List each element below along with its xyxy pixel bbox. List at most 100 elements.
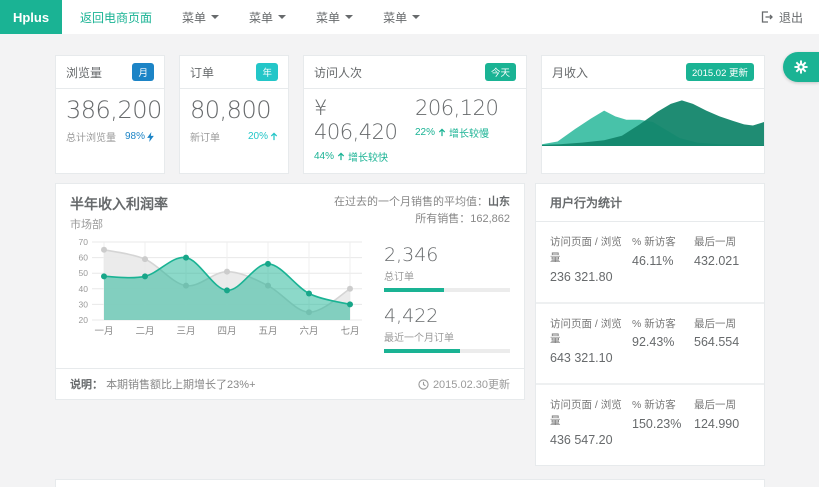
visits-amount-value: ¥ 406,420: [314, 96, 415, 144]
metric-label: 访问页面 / 浏览量: [550, 235, 632, 267]
svg-text:五月: 五月: [258, 326, 277, 337]
updated-note: 2015.02.30更新: [418, 376, 510, 392]
panel-subtitle: 市场部: [70, 216, 168, 232]
nav-menu-4-label: 菜单: [383, 9, 407, 26]
visits-right-trend: 22% 增长较慢: [415, 125, 516, 140]
sales-meta: 在过去的一个月销售的平均值：山东 所有销售：162,862: [334, 194, 510, 232]
clock-icon: [418, 379, 429, 390]
total-orders-progress: [384, 288, 510, 292]
stat-card-pageviews-header: 浏览量 月: [56, 56, 164, 89]
total-orders-label: 总订单: [384, 268, 510, 283]
month-orders-label: 最近一个月订单: [384, 329, 510, 344]
chevron-down-icon: [278, 15, 286, 19]
metric-value: 150.23%: [632, 417, 694, 431]
profit-chart-panel: 半年收入利润率 市场部 在过去的一个月销售的平均值：山东 所有销售：162,86…: [55, 183, 525, 400]
brand-logo[interactable]: Hplus: [0, 0, 62, 34]
svg-text:三月: 三月: [176, 326, 195, 337]
metric-value: 436 547.20: [550, 433, 632, 447]
logout-label: 退出: [779, 9, 803, 26]
svg-text:70: 70: [79, 237, 89, 247]
pageviews-percent: 98%: [125, 131, 154, 142]
period-badge[interactable]: 月: [132, 63, 154, 81]
metric-label: % 新访客: [632, 235, 694, 251]
nav-menu-2-label: 菜单: [249, 9, 273, 26]
stat-card-pageviews: 浏览量 月 386,200 总计浏览量 98%: [55, 55, 165, 174]
area-chart: [542, 89, 764, 146]
table-panel-header: 自定义响应表格: [56, 480, 764, 487]
svg-text:六月: 六月: [299, 325, 318, 337]
svg-text:二月: 二月: [135, 326, 154, 337]
chevron-down-icon: [345, 15, 353, 19]
metric-value: 46.11%: [632, 254, 694, 268]
metric-value: 124.990: [694, 417, 750, 431]
behavior-row: 访问页面 / 浏览量 436 547.20 % 新访客 150.23% 最后一周…: [536, 385, 764, 465]
level-up-icon: [438, 128, 446, 137]
month-orders-value: 4,422: [384, 305, 510, 327]
nav-menu-4[interactable]: 菜单: [383, 9, 420, 26]
metric-label: 最后一周: [694, 317, 750, 333]
visits-left-trend: 44% 增长较快: [314, 149, 415, 164]
metric-label: % 新访客: [632, 398, 694, 414]
bolt-icon: [147, 132, 154, 142]
nav-menu-1[interactable]: 菜单: [182, 9, 219, 26]
panel-title: 半年收入利润率: [70, 194, 168, 214]
line-area-chart[interactable]: 203040506070一月二月三月四月五月六月七月: [70, 236, 368, 340]
gear-icon: [794, 60, 808, 74]
svg-text:30: 30: [79, 299, 89, 309]
nav-menu-3[interactable]: 菜单: [316, 9, 353, 26]
order-stats: 2,346 总订单 4,422 最近一个月订单: [384, 236, 510, 366]
metric-value: 236 321.80: [550, 270, 632, 284]
nav-menu-1-label: 菜单: [182, 9, 206, 26]
behavior-row: 访问页面 / 浏览量 643 321.10 % 新访客 92.43% 最后一周 …: [536, 304, 764, 386]
behavior-row: 访问页面 / 浏览量 236 321.80 % 新访客 46.11% 最后一周 …: [536, 222, 764, 304]
period-badge[interactable]: 年: [256, 63, 278, 81]
theme-settings-button[interactable]: [783, 52, 819, 82]
stat-card-monthly-income: 月收入 2015.02 更新: [541, 55, 765, 174]
stat-card-visits: 访问人次 今天 ¥ 406,420 44% 增长较快 206,120: [303, 55, 527, 174]
nav-menu-2[interactable]: 菜单: [249, 9, 286, 26]
svg-text:40: 40: [79, 284, 89, 294]
visits-right: 206,120 22% 增长较慢: [415, 96, 516, 164]
total-orders-value: 2,346: [384, 244, 510, 266]
metric-label: 最后一周: [694, 398, 750, 414]
pageviews-value: 386,200: [66, 96, 154, 124]
visits-count-value: 206,120: [415, 96, 516, 120]
metric-value: 432.021: [694, 254, 750, 268]
stat-card-income-header: 月收入 2015.02 更新: [542, 56, 764, 89]
stat-cards-row: 浏览量 月 386,200 总计浏览量 98% 订单: [55, 55, 765, 174]
orders-sub-label: 新订单: [190, 129, 220, 144]
chevron-down-icon: [211, 15, 219, 19]
profit-chart-body: 203040506070一月二月三月四月五月六月七月 2,346 总订单 4,4…: [56, 232, 524, 368]
page-content: 浏览量 月 386,200 总计浏览量 98% 订单: [55, 55, 765, 487]
svg-text:四月: 四月: [217, 326, 236, 337]
stat-card-pageviews-body: 386,200 总计浏览量 98%: [56, 89, 164, 153]
svg-text:60: 60: [79, 253, 89, 263]
stat-card-title: 浏览量: [66, 64, 102, 81]
footnote: 说明： 本期销售额比上期增长了23%+: [70, 376, 256, 392]
period-badge[interactable]: 今天: [485, 63, 516, 81]
logout-button[interactable]: 退出: [761, 9, 803, 26]
profit-chart-header: 半年收入利润率 市场部 在过去的一个月销售的平均值：山东 所有销售：162,86…: [56, 184, 524, 232]
svg-text:50: 50: [79, 268, 89, 278]
stat-card-orders: 订单 年 80,800 新订单 20%: [179, 55, 289, 174]
updated-badge[interactable]: 2015.02 更新: [686, 63, 754, 81]
stat-card-orders-body: 80,800 新订单 20%: [180, 89, 288, 153]
stat-card-title: 访问人次: [314, 64, 362, 81]
month-orders-progress: [384, 349, 510, 353]
top-navbar: Hplus 返回电商页面 菜单 菜单 菜单 菜单 退出: [0, 0, 819, 34]
responsive-table-panel: 自定义响应表格: [55, 479, 765, 487]
level-up-icon: [270, 132, 278, 141]
pageviews-sub-label: 总计浏览量: [66, 129, 116, 144]
chevron-down-icon: [412, 15, 420, 19]
metric-value: 643 321.10: [550, 351, 632, 365]
metric-label: % 新访客: [632, 317, 694, 333]
stat-card-visits-header: 访问人次 今天: [304, 56, 526, 89]
orders-value: 80,800: [190, 96, 278, 124]
metric-value: 564.554: [694, 335, 750, 349]
visits-left: ¥ 406,420 44% 增长较快: [314, 96, 415, 164]
svg-text:一月: 一月: [94, 326, 113, 337]
metric-label: 访问页面 / 浏览量: [550, 317, 632, 349]
metric-label: 最后一周: [694, 235, 750, 251]
home-link[interactable]: 返回电商页面: [80, 9, 152, 26]
stat-card-orders-header: 订单 年: [180, 56, 288, 89]
